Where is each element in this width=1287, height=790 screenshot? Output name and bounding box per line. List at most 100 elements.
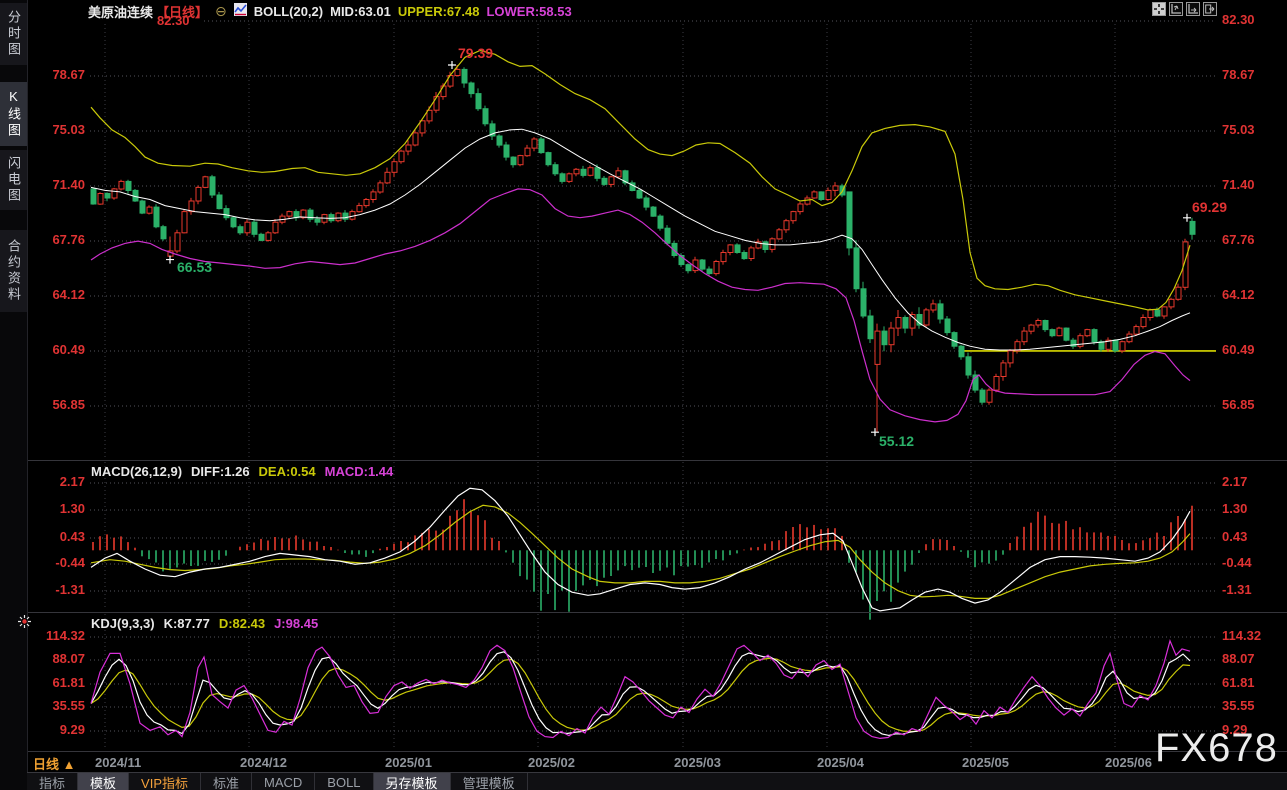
candle-body bbox=[1169, 299, 1174, 307]
candle-body bbox=[357, 206, 362, 212]
candle-body bbox=[1001, 363, 1006, 377]
axis-zoom-out-icon[interactable] bbox=[1186, 2, 1200, 16]
sidebar-item-label: 闪电图 bbox=[0, 156, 27, 204]
candle-body bbox=[1120, 342, 1125, 351]
candle-body bbox=[938, 304, 943, 319]
chart-canvas[interactable]: 79.3966.5355.1269.29 bbox=[0, 0, 1287, 790]
boll-mid-value: MID:63.01 bbox=[330, 4, 391, 19]
candle-body bbox=[196, 187, 201, 201]
candle-body bbox=[1148, 310, 1153, 318]
panel-separator bbox=[27, 751, 1287, 752]
sidebar-item-1[interactable]: 分时图 bbox=[0, 3, 27, 65]
candle-body bbox=[427, 110, 432, 121]
price-label-left: 75.03 bbox=[25, 123, 85, 137]
candle-body bbox=[511, 157, 516, 165]
candle-body bbox=[567, 174, 572, 182]
kdj-axis-label-right: 88.07 bbox=[1222, 652, 1255, 666]
date-label: 2025/03 bbox=[674, 755, 721, 770]
candle-body bbox=[553, 165, 558, 174]
candle-body bbox=[105, 194, 110, 199]
candle-body bbox=[826, 190, 831, 199]
date-label: 2024/12 bbox=[240, 755, 287, 770]
kdj-axis-label-right: 114.32 bbox=[1222, 629, 1261, 643]
bottom-tab-6[interactable]: BOLL bbox=[315, 773, 373, 790]
symbol-title: 美原油连续 bbox=[88, 2, 153, 21]
candle-body bbox=[1134, 327, 1139, 335]
candle-body bbox=[441, 86, 446, 97]
candle-body bbox=[1057, 328, 1062, 336]
macd-diff-line bbox=[91, 488, 1190, 611]
candle-body bbox=[616, 171, 621, 177]
bottom-tab-bar: 指标模板VIP指标标准MACDBOLL另存模板管理模板 bbox=[27, 772, 1287, 790]
macd-macd-value: MACD:1.44 bbox=[325, 464, 394, 479]
price-label-right: 60.49 bbox=[1222, 343, 1255, 357]
price-marker-cross bbox=[166, 256, 174, 264]
candle-body bbox=[266, 233, 271, 241]
macd-axis-label-left: -0.44 bbox=[25, 556, 85, 570]
macd-label[interactable]: MACD(26,12,9) bbox=[91, 464, 182, 479]
candle-body bbox=[126, 181, 131, 190]
candle-body bbox=[805, 198, 810, 204]
candle-body bbox=[1190, 221, 1195, 234]
period-tag: 【日线】 bbox=[156, 2, 208, 21]
indicator-settings-icon[interactable] bbox=[17, 614, 32, 634]
candle-body bbox=[749, 248, 754, 259]
sidebar-item-label: 分时图 bbox=[0, 10, 27, 58]
candle-body bbox=[707, 269, 712, 274]
candle-body bbox=[952, 333, 957, 347]
macd-axis-label-right: 1.30 bbox=[1222, 502, 1247, 516]
trading-app-window: 分时图 K线图闪电图合约资料 79.3966.5355.1269.29 美原油连续… bbox=[0, 0, 1287, 790]
candle-body bbox=[462, 69, 467, 83]
candle-body bbox=[686, 265, 691, 271]
candle-body bbox=[406, 145, 411, 151]
date-label: 2025/01 bbox=[385, 755, 432, 770]
sidebar-item-4[interactable]: 合约资料 bbox=[0, 230, 27, 312]
candle-body bbox=[1050, 330, 1055, 336]
candle-body bbox=[728, 245, 733, 253]
bottom-tab-7[interactable]: 另存模板 bbox=[374, 773, 451, 790]
export-icon[interactable] bbox=[1203, 2, 1217, 16]
indicator-name[interactable]: BOLL(20,2) bbox=[254, 4, 323, 19]
kdj-j-line bbox=[91, 641, 1190, 739]
sidebar-item-2[interactable]: K线图 bbox=[0, 82, 27, 146]
candle-body bbox=[602, 178, 607, 184]
candle-body bbox=[385, 172, 390, 183]
bottom-tab-1[interactable]: 指标 bbox=[27, 773, 78, 790]
candle-body bbox=[392, 162, 397, 173]
axis-zoom-in-icon[interactable] bbox=[1169, 2, 1183, 16]
sidebar-item-label: 合约资料 bbox=[0, 239, 27, 303]
sidebar-item-3[interactable]: 闪电图 bbox=[0, 150, 27, 210]
kdj-j-value: J:98.45 bbox=[274, 616, 318, 631]
candle-body bbox=[1085, 330, 1090, 336]
period-selector[interactable]: 日线 ▲ bbox=[33, 754, 76, 773]
candle-body bbox=[210, 177, 215, 195]
date-label: 2025/05 bbox=[962, 755, 1009, 770]
candle-body bbox=[371, 192, 376, 200]
candle-body bbox=[1029, 325, 1034, 331]
candle-body bbox=[455, 69, 460, 75]
price-label-right: 75.03 bbox=[1222, 123, 1255, 137]
bottom-tab-5[interactable]: MACD bbox=[252, 773, 315, 790]
candle-body bbox=[1176, 287, 1181, 299]
bottom-tab-3[interactable]: VIP指标 bbox=[129, 773, 201, 790]
candle-body bbox=[882, 331, 887, 345]
candle-body bbox=[637, 190, 642, 198]
collapse-icon[interactable]: ⊖ bbox=[215, 3, 227, 20]
bottom-tab-4[interactable]: 标准 bbox=[201, 773, 252, 790]
bottom-tab-2[interactable]: 模板 bbox=[78, 773, 129, 790]
candle-body bbox=[420, 121, 425, 133]
candle-body bbox=[245, 222, 250, 233]
candle-body bbox=[665, 228, 670, 243]
candle-body bbox=[203, 177, 208, 188]
date-label: 2024/11 bbox=[95, 755, 141, 770]
candle-body bbox=[1162, 307, 1167, 316]
crosshair-icon[interactable] bbox=[1152, 2, 1166, 16]
mini-chart-icon[interactable] bbox=[234, 3, 247, 19]
kdj-label[interactable]: KDJ(9,3,3) bbox=[91, 616, 155, 631]
candle-body bbox=[399, 151, 404, 162]
candle-body bbox=[945, 319, 950, 333]
macd-axis-label-right: 2.17 bbox=[1222, 475, 1247, 489]
price-label-left: 67.76 bbox=[25, 233, 85, 247]
bottom-tab-8[interactable]: 管理模板 bbox=[451, 773, 528, 790]
kdj-axis-label-right: 61.81 bbox=[1222, 676, 1255, 690]
